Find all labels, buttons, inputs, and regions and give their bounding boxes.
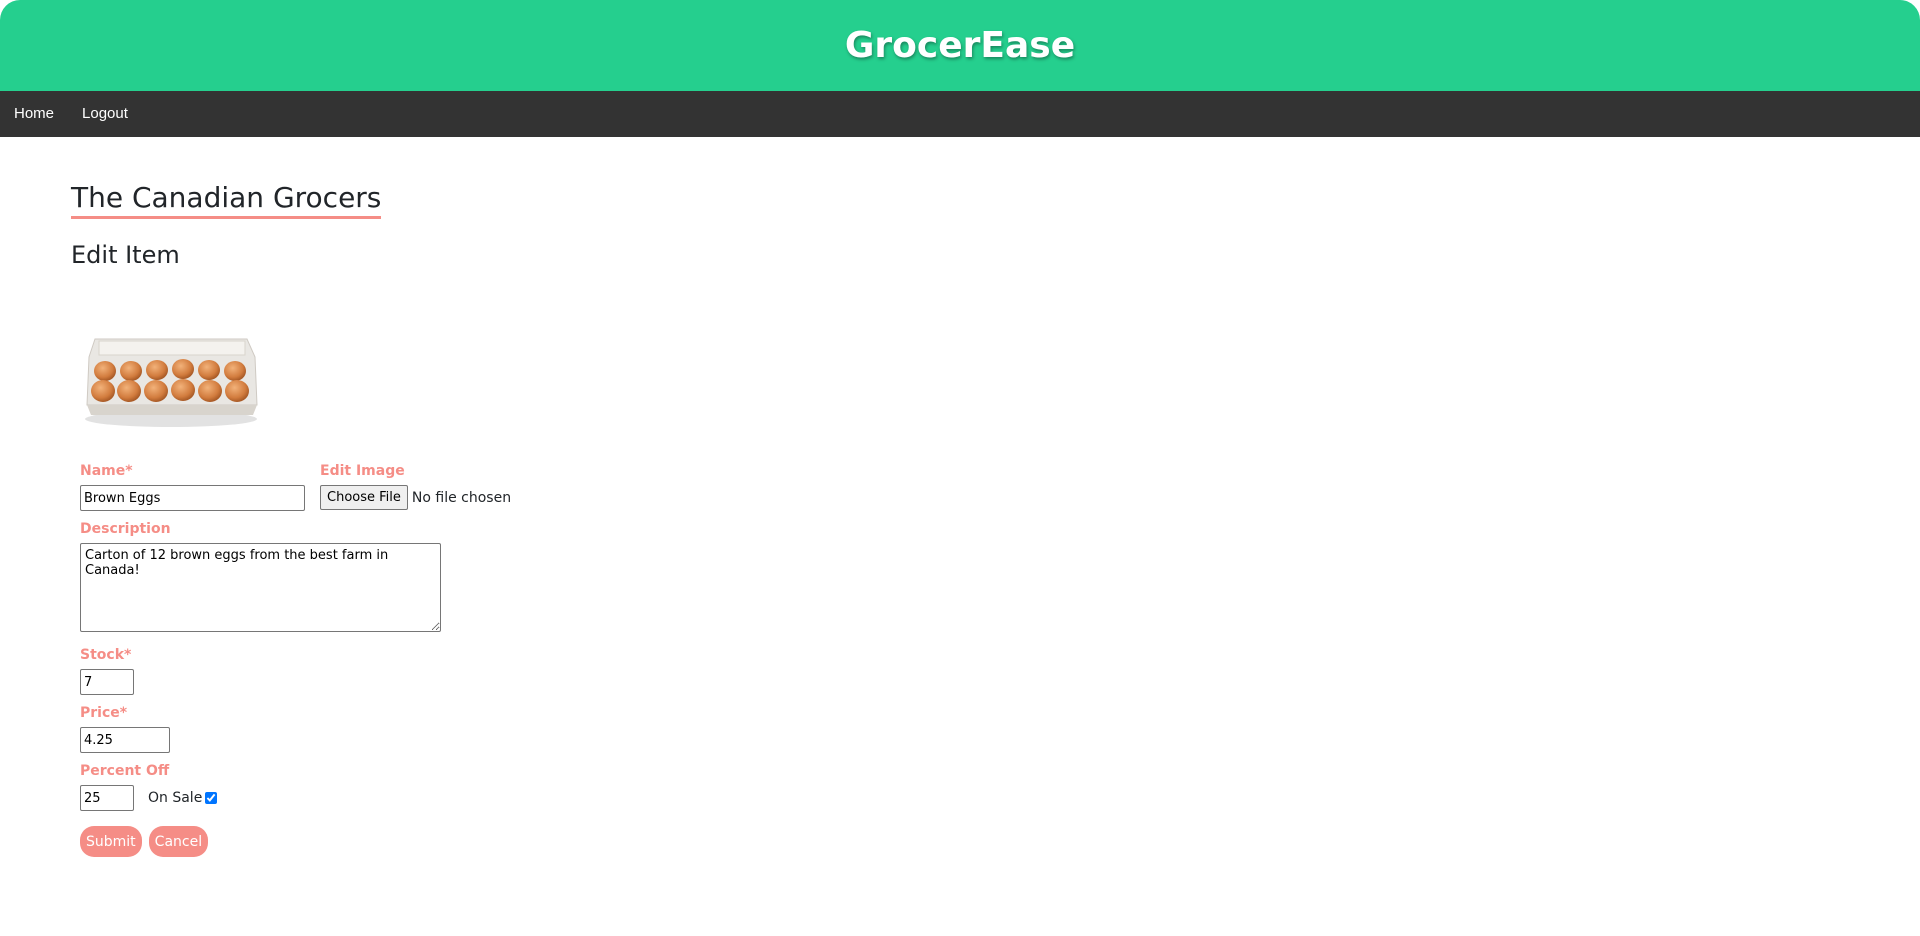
file-status-text: No file chosen	[411, 489, 512, 506]
description-label: Description	[80, 521, 171, 537]
file-input: Choose File No file chosen	[320, 485, 511, 510]
stock-group: Stock*	[80, 647, 1920, 695]
page-title: Edit Item	[71, 241, 180, 269]
item-image	[79, 307, 263, 435]
description-group: Description Carton of 12 brown eggs from…	[80, 521, 1920, 637]
name-input[interactable]	[80, 485, 305, 511]
store-name: The Canadian Grocers	[71, 181, 382, 219]
edit-item-form: Name* Edit Image Choose File No file cho…	[80, 463, 1920, 857]
name-group: Name*	[80, 463, 320, 511]
on-sale-checkbox[interactable]	[205, 792, 218, 804]
main-content: The Canadian Grocers Edit Item Name* Bro…	[0, 137, 1920, 857]
image-group: Edit Image Choose File No file chosen	[320, 463, 511, 511]
price-input[interactable]	[80, 727, 170, 753]
price-group: Price*	[80, 705, 1920, 753]
egg-carton-image	[85, 338, 258, 427]
submit-button[interactable]: Submit	[80, 826, 142, 857]
app-header: GrocerEase	[0, 0, 1920, 91]
form-actions: Submit Cancel	[80, 826, 1920, 857]
percent-off-group: Percent Off On Sale	[80, 763, 1920, 811]
sale-row: On Sale	[80, 785, 1920, 811]
percent-off-label: Percent Off	[80, 763, 170, 779]
nav-logout-link[interactable]: Logout	[68, 91, 142, 137]
edit-image-label: Edit Image	[320, 463, 405, 479]
choose-file-button[interactable]: Choose File	[320, 485, 408, 510]
app-title: GrocerEase	[844, 25, 1076, 66]
cancel-button[interactable]: Cancel	[148, 826, 209, 857]
stock-label: Stock*	[80, 647, 132, 663]
name-image-row: Name* Edit Image Choose File No file cho…	[80, 463, 1920, 511]
percent-off-input[interactable]	[80, 785, 134, 811]
stock-input[interactable]	[80, 669, 134, 695]
nav-bar: Home Logout	[0, 91, 1920, 137]
description-input[interactable]: Carton of 12 brown eggs from the best fa…	[80, 543, 441, 632]
price-label: Price*	[80, 705, 128, 721]
name-label: Name*	[80, 463, 133, 479]
on-sale-label: On Sale	[148, 790, 203, 806]
nav-home-link[interactable]: Home	[0, 91, 68, 137]
